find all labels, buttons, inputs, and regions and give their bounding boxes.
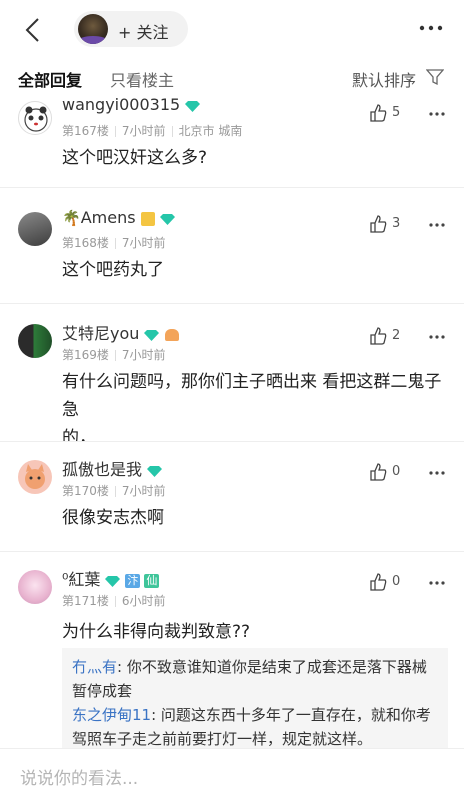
username[interactable]: wangyi000315 — [62, 95, 201, 114]
filter-icon[interactable] — [426, 68, 444, 86]
reply-input-bar[interactable]: 说说你的看法... — [0, 748, 464, 800]
sub-replies[interactable]: 冇灬有: 你不致意谁知道你是结束了成套还是落下器械 暂停成套 东之伊甸11: 问… — [62, 648, 448, 758]
cat-avatar-icon — [25, 464, 45, 489]
like-icon[interactable] — [368, 103, 388, 123]
palm-tree-icon: 🌴 — [62, 209, 81, 227]
avatar[interactable] — [18, 212, 52, 246]
reply-input-placeholder[interactable]: 说说你的看法... — [20, 764, 138, 789]
avatar[interactable] — [18, 460, 52, 494]
comment-text: 有什么问题吗，那你们主子晒出来 看把这群二鬼子急 的， — [62, 372, 442, 448]
comment-item: 艾特尼you 第169楼 7小时前 有什么问题吗，那你们主子晒出来 看把这群二鬼子… — [0, 304, 464, 448]
comment-meta: 第169楼 7小时前 — [62, 348, 166, 362]
username[interactable]: 艾特尼you — [62, 320, 180, 344]
sub-reply[interactable]: 东之伊甸11: 问题这东西十多年了一直存在，就和你考 — [72, 703, 438, 727]
avatar[interactable] — [18, 101, 52, 135]
back-arrow-icon[interactable] — [22, 16, 46, 44]
comment-options-icon[interactable] — [428, 580, 446, 586]
like-count: 0 — [392, 574, 401, 589]
tab-all-replies[interactable]: 全部回复 — [18, 67, 82, 91]
like-icon[interactable] — [368, 326, 388, 346]
hands-icon — [165, 328, 180, 341]
vip-diamond-icon — [185, 100, 201, 112]
comment-meta: 第170楼 7小时前 — [62, 484, 166, 498]
comment-text: 很像安志杰啊 — [62, 508, 164, 528]
comment-text: 为什么非得向裁判致意?? — [62, 622, 251, 642]
vip-diamond-icon — [105, 575, 121, 587]
top-bar: + 关注 — [0, 0, 464, 58]
comment-text: 这个吧药丸了 — [62, 260, 164, 280]
like-count: 2 — [392, 328, 401, 343]
beer-icon — [140, 211, 155, 226]
sort-dropdown[interactable]: 默认排序 — [352, 67, 416, 91]
comment-item: 🌴Amens 第168楼 7小时前 这个吧药丸了 3 — [0, 196, 464, 304]
panda-avatar-icon — [24, 106, 48, 132]
reply-username[interactable]: 冇灬有 — [72, 658, 117, 676]
follow-button[interactable]: + 关注 — [74, 11, 188, 47]
comment-text: 这个吧汉奸这么多? — [62, 148, 208, 168]
comment-item: ⁰紅葉汴仙 第171楼 6小时前 为什么非得向裁判致意?? 0 冇灬有: 你不致意… — [0, 552, 464, 758]
like-count: 5 — [392, 105, 401, 120]
username[interactable]: 孤傲也是我 — [62, 456, 163, 480]
more-options-icon[interactable] — [418, 18, 444, 38]
like-count: 0 — [392, 464, 401, 479]
follow-label: + 关注 — [118, 23, 169, 42]
avatar[interactable] — [18, 570, 52, 604]
vip-diamond-icon — [147, 465, 163, 477]
username[interactable]: 🌴Amens — [62, 208, 175, 227]
comment-options-icon[interactable] — [428, 111, 446, 117]
comment-options-icon[interactable] — [428, 334, 446, 340]
sub-reply[interactable]: 冇灬有: 你不致意谁知道你是结束了成套还是落下器械 — [72, 655, 438, 679]
vip-diamond-icon — [159, 213, 175, 225]
comment-options-icon[interactable] — [428, 470, 446, 476]
like-icon[interactable] — [368, 462, 388, 482]
vip-diamond-icon — [144, 329, 160, 341]
badge-bian: 汴 — [125, 573, 141, 588]
comment-item: 孤傲也是我 第170楼 7小时前 很像安志杰啊 0 — [0, 442, 464, 552]
filter-tabs: 全部回复 只看楼主 默认排序 — [0, 58, 464, 98]
comment-meta: 第168楼 7小时前 — [62, 236, 166, 250]
reply-username[interactable]: 东之伊甸11 — [72, 706, 151, 724]
comment-meta: 第167楼 7小时前 北京市 城南 — [62, 124, 243, 138]
avatar[interactable] — [18, 324, 52, 358]
comment-meta: 第171楼 6小时前 — [62, 594, 166, 608]
author-avatar — [78, 14, 108, 44]
like-icon[interactable] — [368, 214, 388, 234]
comment-item: wangyi000315 第167楼 7小时前 北京市 城南 这个吧汉奸这么多? 5 — [0, 95, 464, 188]
comment-options-icon[interactable] — [428, 222, 446, 228]
like-icon[interactable] — [368, 572, 388, 592]
tab-op-only[interactable]: 只看楼主 — [110, 67, 174, 91]
like-count: 3 — [392, 216, 401, 231]
badge-xian: 仙 — [144, 573, 160, 588]
username[interactable]: ⁰紅葉汴仙 — [62, 566, 160, 590]
